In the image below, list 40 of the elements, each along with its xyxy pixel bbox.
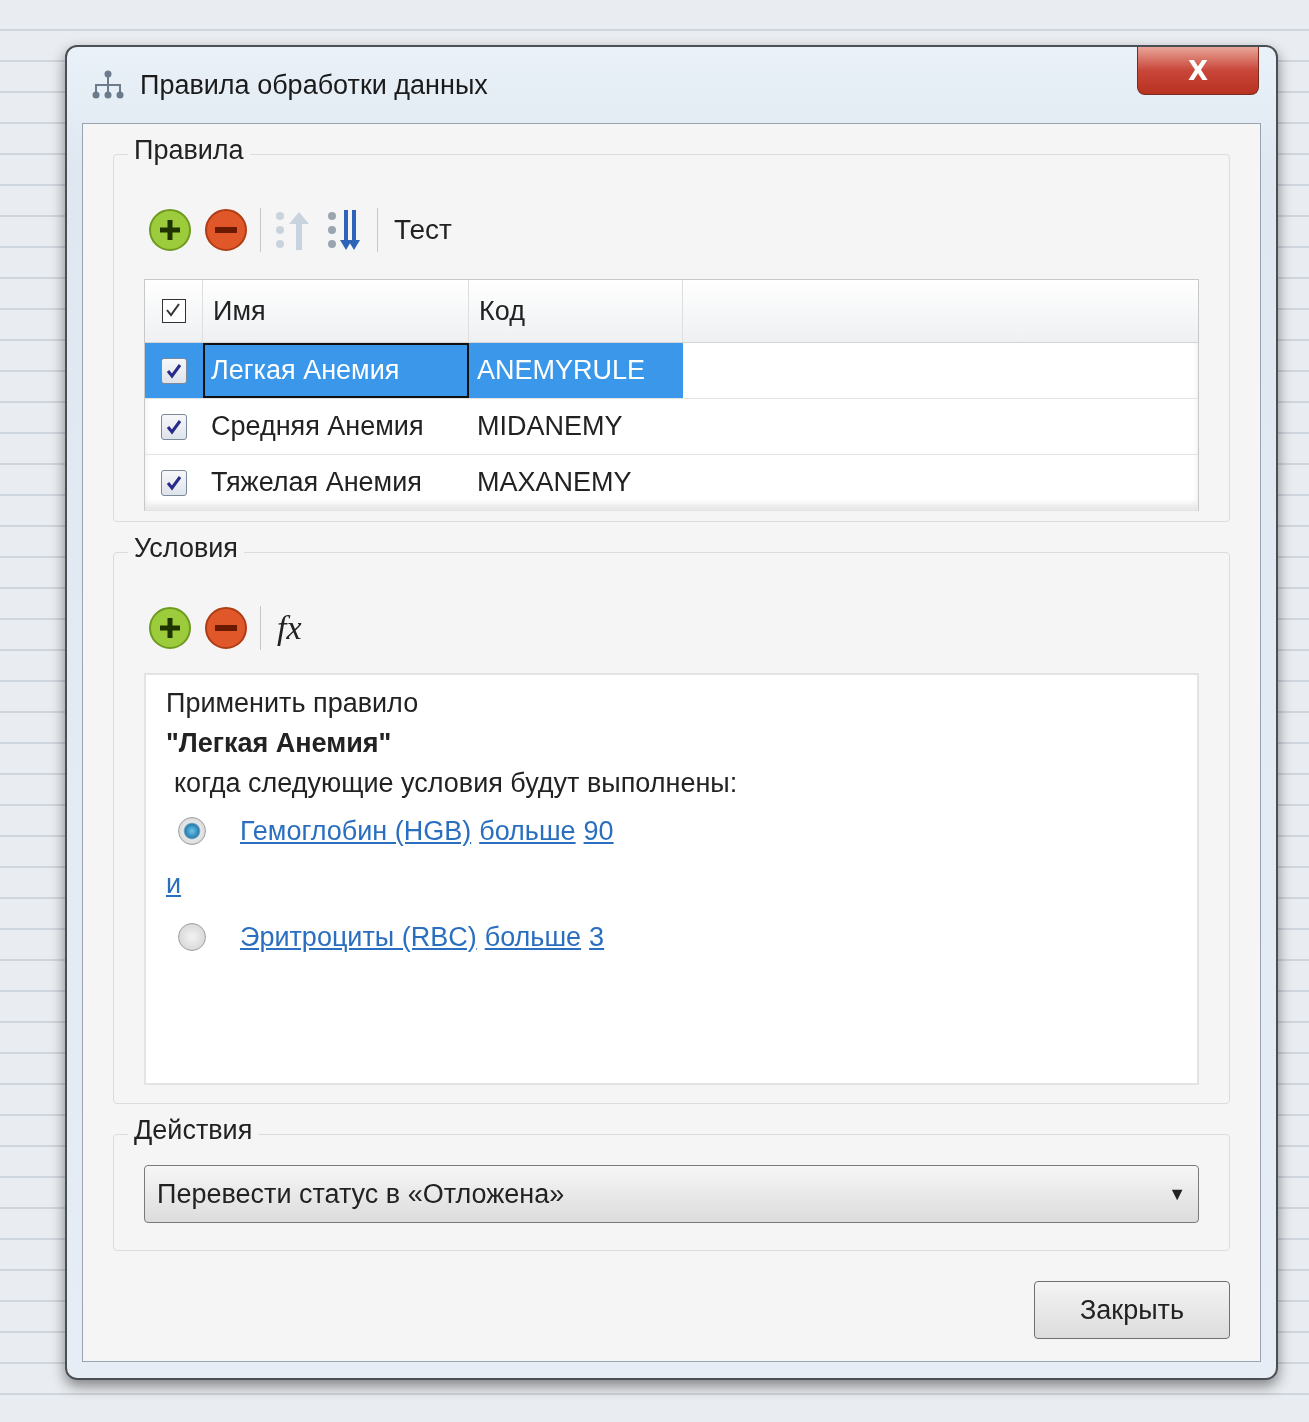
connector-link[interactable]: и [166, 868, 182, 900]
radio-button[interactable] [178, 817, 206, 845]
table-row[interactable]: Легкая Анемия ANEMYRULE [145, 343, 1198, 399]
add-icon[interactable] [148, 606, 192, 650]
table-cell-text: Средняя Анемия [210, 410, 425, 443]
remove-icon[interactable] [204, 606, 248, 650]
dropdown-arrow-icon: ▼ [1168, 1183, 1186, 1205]
table-cell-text: ANEMYRULE [476, 354, 647, 387]
row-checkbox[interactable] [161, 413, 187, 440]
add-icon[interactable] [148, 208, 192, 252]
column-header[interactable]: Имя [203, 280, 469, 342]
intro-text: Применить правило [166, 687, 420, 720]
operator-link[interactable]: больше [484, 921, 582, 953]
table-cell: Легкая Анемия [203, 343, 469, 398]
close-dialog-button[interactable]: Закрыть [1034, 1281, 1230, 1339]
test-button[interactable]: Тест [390, 214, 456, 246]
action-dropdown[interactable]: Перевести статус в «Отложена» ▼ [144, 1165, 1199, 1223]
row-checkbox[interactable] [161, 469, 187, 496]
condition-text: когда следующие условия будут выполнены: [173, 767, 739, 800]
field-link[interactable]: Эритроциты (RBC) [240, 921, 477, 953]
operator-link[interactable]: больше [479, 815, 576, 847]
header-checkbox[interactable] [161, 299, 186, 323]
table-cell-text: MIDANEMY [476, 410, 624, 443]
table-cell-text: MAXANEMY [476, 466, 633, 499]
column-header[interactable]: Код [469, 280, 683, 342]
value-link[interactable]: 3 [589, 921, 605, 953]
group-title: Действия [128, 1115, 259, 1146]
rule-name: "Легкая Анемия" [166, 727, 393, 760]
field-link[interactable]: Гемоглобин (HGB) [240, 815, 472, 847]
close-button[interactable]: X [1137, 47, 1259, 95]
table-cell-text: Тяжелая Анемия [210, 466, 423, 499]
value-link[interactable]: 90 [583, 815, 614, 847]
hierarchy-icon [90, 70, 126, 100]
radio-button[interactable] [178, 923, 206, 951]
table-row[interactable]: Средняя Анемия MIDANEMY [145, 399, 1198, 455]
table-row[interactable]: Тяжелая Анемия MAXANEMY [145, 455, 1198, 511]
formula-button[interactable]: fx [273, 609, 306, 647]
row-checkbox[interactable] [161, 357, 187, 384]
window-title: Правила обработки данных [140, 69, 488, 101]
remove-icon[interactable] [204, 208, 248, 252]
